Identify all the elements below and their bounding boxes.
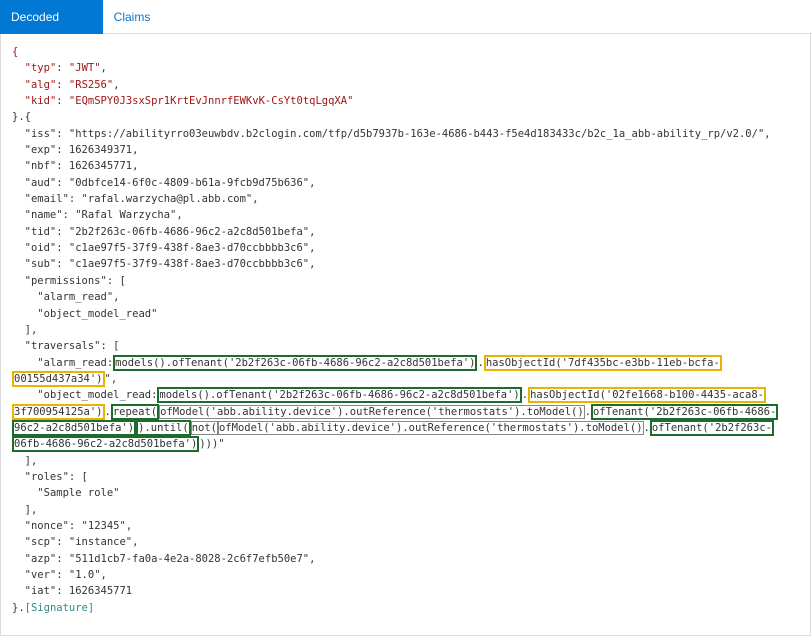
highlight-oftenant: ofTenant('2b2f263c-06fb-4686- <box>590 403 779 420</box>
claim-traversals: "traversals": [ <box>12 340 120 353</box>
tab-decoded-token[interactable]: Decoded Token <box>0 0 103 58</box>
header-typ: "typ": "JWT", <box>24 62 107 75</box>
header-alg: "alg": "RS256", <box>24 78 120 91</box>
permission-item: "object_model_read" <box>37 307 158 320</box>
highlight-repeat: repeat( <box>110 403 160 420</box>
highlight-models-oftenant: models().ofTenant('2b2f263c-06fb-4686-96… <box>157 387 522 404</box>
claim-oid: "oid": "c1ae97f5-37f9-438f-8ae3-d70ccbbb… <box>12 242 316 255</box>
permissions-close: ], <box>12 323 38 336</box>
highlight-hasobjectid: hasObjectId('7df435bc-e3bb-11eb-bcfa- <box>483 354 722 371</box>
traversal-alarm-line2: 00155d437a34') ", <box>12 370 118 387</box>
highlight-ofmodel: ofModel('abb.ability.device').outReferen… <box>159 404 585 419</box>
claim-nbf: "nbf": 1626345771, <box>12 160 139 173</box>
highlight-until: ).until( <box>136 419 191 436</box>
roles-close: ], <box>12 503 38 516</box>
claim-exp: "exp": 1626349371, <box>12 144 139 157</box>
highlight-oftenant: ofTenant('2b2f263c- <box>649 419 774 436</box>
claim-permissions: "permissions": [ <box>12 274 126 287</box>
header-kid: "kid": "EQmSPY0J3sxSpr1KrtEvJnnrfEWKvK-C… <box>24 95 354 108</box>
tab-bar: Decoded Token Claims <box>0 0 812 58</box>
claim-azp: "azp": "511d1cb7-fa0a-4e2a-8028-2c6f7efb… <box>12 552 316 565</box>
claim-ver: "ver": "1.0", <box>12 569 107 581</box>
traversal-om-line4: 06fb-4686-96c2-a2c8d501befa'))))" <box>12 436 225 453</box>
highlight-oftenant-cont: 06fb-4686-96c2-a2c8d501befa') <box>12 436 200 453</box>
highlight-hasobjectid-cont: 00155d437a34') <box>12 370 105 387</box>
claim-tid: "tid": "2b2f263c-06fb-4686-96c2-a2c8d501… <box>12 225 316 238</box>
highlight-models-oftenant: models().ofTenant('2b2f263c-06fb-4686-96… <box>113 354 478 371</box>
signature: [Signature] <box>24 601 95 614</box>
claim-name: "name": "Rafal Warzycha", <box>12 209 183 222</box>
signature-line: }.[Signature] <box>12 601 95 614</box>
traversals-close: ], <box>12 454 38 467</box>
claim-nonce: "nonce": "12345", <box>12 519 133 532</box>
role-item: "Sample role" <box>37 487 120 500</box>
decoded-token-code: { "typ": "JWT", "alg": "RS256", "kid": "… <box>12 44 808 616</box>
highlight-ofmodel: ofModel('abb.ability.device').outReferen… <box>217 420 644 435</box>
traversal-om-line1: "object_model_read: models().ofTenant('2b… <box>37 387 766 404</box>
brace-close-dot-open: }.{ <box>12 111 31 124</box>
claim-roles: "roles": [ <box>12 470 88 483</box>
claim-iat: "iat": 1626345771 <box>12 585 133 598</box>
traversal-om-line2: 3f700954125a'). repeat(ofModel('abb.abili… <box>12 403 779 420</box>
traversal-alarm-line1: "alarm_read: models().ofTenant('2b2f263c-… <box>37 354 722 371</box>
traversal-om-line3: 96c2-a2c8d501befa')).until(not(ofModel('… <box>12 419 774 436</box>
permission-item: "alarm_read", <box>37 291 120 304</box>
claim-sub: "sub": "c1ae97f5-37f9-438f-8ae3-d70ccbbb… <box>12 258 316 271</box>
highlight-oftenant-cont: 96c2-a2c8d501befa') <box>12 419 137 436</box>
claim-scp: "scp": "instance", <box>12 536 139 549</box>
brace-open: { <box>12 46 19 58</box>
claim-aud: "aud": "0dbfce14-6f0c-4809-b61a-9fcb9d75… <box>12 176 316 189</box>
highlight-not: not( <box>190 420 218 435</box>
claim-email: "email": "rafal.warzycha@pl.abb.com", <box>12 193 259 206</box>
highlight-hasobjectid: hasObjectId('02fe1668-b100-4435-aca8- <box>528 387 766 404</box>
highlight-hasobjectid-cont: 3f700954125a') <box>12 403 105 420</box>
claim-iss: "iss": "https://abilityrro03euwbdv.b2clo… <box>12 127 771 140</box>
tab-claims[interactable]: Claims <box>103 0 161 34</box>
